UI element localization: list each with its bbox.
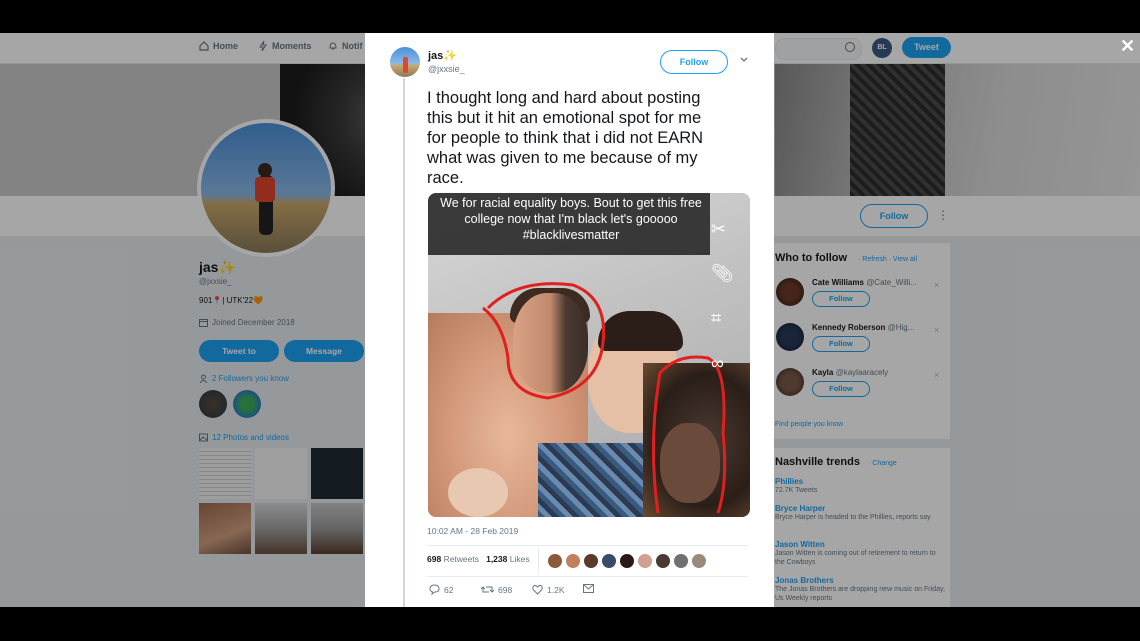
tweet-author-name[interactable]: jas✨ — [428, 49, 457, 62]
liker-avatar[interactable] — [673, 553, 689, 569]
tweet-modal: jas✨ @jxxsie_ Follow I thought long and … — [365, 33, 774, 607]
liker-avatar[interactable] — [601, 553, 617, 569]
scissors-icon: ✂ — [711, 219, 727, 239]
tweet-author-handle: @jxxsie_ — [428, 64, 465, 74]
liker-avatar[interactable] — [547, 553, 563, 569]
liker-avatar[interactable] — [565, 553, 581, 569]
liker-avatar[interactable] — [655, 553, 671, 569]
loop-icon: ∞ — [711, 353, 724, 373]
letterbox-top — [0, 0, 1140, 33]
paperclip-icon: 📎︎ — [711, 263, 734, 283]
like-button[interactable]: 1.2K — [532, 584, 565, 595]
close-icon[interactable]: ✕ — [1120, 36, 1135, 57]
retweet-icon — [481, 586, 494, 593]
tweet-photo[interactable]: We for racial equality boys. Bout to get… — [428, 193, 750, 517]
heart-icon — [532, 584, 543, 595]
reply-icon — [429, 584, 440, 595]
reply-button[interactable]: 62 — [429, 584, 453, 595]
letterbox-bottom — [0, 607, 1140, 641]
thread-line — [403, 78, 405, 607]
tweet-timestamp[interactable]: 10:02 AM - 28 Feb 2019 — [427, 526, 518, 536]
liker-avatar[interactable] — [691, 553, 707, 569]
direct-message-button[interactable] — [583, 584, 594, 593]
envelope-icon — [583, 584, 594, 593]
sparkle-emoji: ✨ — [443, 50, 457, 62]
retweet-button[interactable]: 698 — [481, 584, 512, 595]
tweet-author-avatar[interactable] — [390, 47, 420, 77]
liker-avatar[interactable] — [583, 553, 599, 569]
liker-avatar[interactable] — [637, 553, 653, 569]
liker-avatar[interactable] — [619, 553, 635, 569]
tweet-stats: 698 Retweets 1,238 Likes — [427, 554, 530, 564]
photo-caption: We for racial equality boys. Bout to get… — [440, 196, 702, 242]
tweet-follow-button[interactable]: Follow — [660, 50, 728, 74]
crop-icon: ⌗ — [711, 308, 722, 328]
chevron-down-icon[interactable] — [739, 55, 749, 65]
tweet-text: I thought long and hard about posting th… — [427, 89, 704, 187]
